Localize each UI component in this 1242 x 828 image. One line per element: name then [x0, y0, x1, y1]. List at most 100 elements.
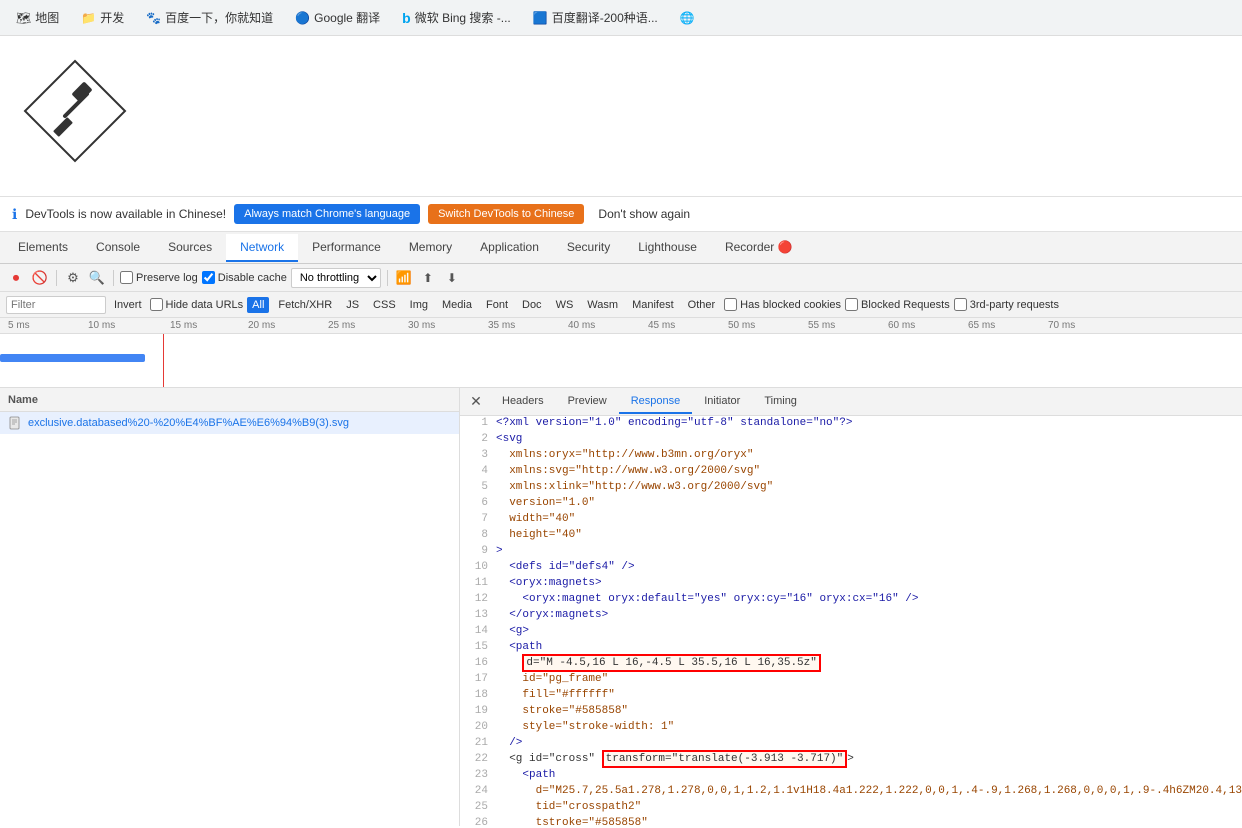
line-content: <path — [496, 641, 1242, 653]
close-panel-button[interactable]: ✕ — [466, 392, 486, 412]
tab-timing[interactable]: Timing — [752, 390, 809, 414]
tab-sources[interactable]: Sources — [154, 234, 226, 262]
filter-wasm[interactable]: Wasm — [582, 297, 623, 313]
bookmarks-bar: 🗺 地图 📁 开发 🐾 百度一下，你就知道 🔵 Google 翻译 b 微软 B… — [0, 0, 1242, 36]
globe-icon: 🌐 — [680, 11, 695, 25]
line-content: <oryx:magnet oryx:default="yes" oryx:cy=… — [496, 593, 1242, 605]
bookmark-bing[interactable]: b 微软 Bing 搜索 -... — [394, 5, 519, 30]
tab-headers[interactable]: Headers — [490, 390, 556, 414]
filter-fetch[interactable]: Fetch/XHR — [273, 297, 337, 313]
ruler-mark-70: 70 ms — [1048, 320, 1075, 331]
bing-icon: b — [402, 10, 411, 26]
preserve-log-text: Preserve log — [136, 272, 198, 284]
wifi-button[interactable]: 📶 — [394, 268, 414, 288]
filter-toggle[interactable]: ⚙ — [63, 268, 83, 288]
download-icon[interactable]: ⬇ — [442, 268, 462, 288]
timeline-area[interactable]: 5 ms 10 ms 15 ms 20 ms 25 ms 30 ms 35 ms… — [0, 318, 1242, 388]
code-line: 9> — [460, 544, 1242, 560]
filter-input[interactable] — [6, 296, 106, 314]
filter-img[interactable]: Img — [405, 297, 433, 313]
code-line: 16 d="M -4.5,16 L 16,-4.5 L 35.5,16 L 16… — [460, 656, 1242, 672]
disable-cache-checkbox[interactable] — [202, 271, 215, 284]
bookmark-label: 百度翻译-200种语... — [552, 9, 658, 26]
code-line: 24 d="M25.7,25.5a1.278,1.278,0,0,1,1.2,1… — [460, 784, 1242, 800]
bookmark-baidu[interactable]: 🐾 百度一下，你就知道 — [138, 5, 281, 30]
code-line: 17 id="pg_frame" — [460, 672, 1242, 688]
third-party-label[interactable]: 3rd-party requests — [954, 298, 1059, 311]
bookmark-globe[interactable]: 🌐 — [672, 7, 703, 29]
has-blocked-cookies-label[interactable]: Has blocked cookies — [724, 298, 841, 311]
filter-css[interactable]: CSS — [368, 297, 401, 313]
bookmark-baidu-translate[interactable]: 🟦 百度翻译-200种语... — [525, 5, 666, 30]
code-line: 3 xmlns:oryx="http://www.b3mn.org/oryx" — [460, 448, 1242, 464]
tab-performance[interactable]: Performance — [298, 234, 395, 262]
filter-js[interactable]: JS — [341, 297, 364, 313]
search-button[interactable]: 🔍 — [87, 268, 107, 288]
line-number: 2 — [460, 433, 496, 445]
tab-console[interactable]: Console — [82, 234, 154, 262]
bookmark-label: 开发 — [100, 9, 124, 26]
third-party-checkbox[interactable] — [954, 298, 967, 311]
filter-other[interactable]: Other — [683, 297, 721, 313]
hide-data-urls-label[interactable]: Hide data URLs — [150, 298, 244, 311]
record-button[interactable]: ⏺ — [6, 268, 26, 288]
invert-button[interactable]: Invert — [110, 298, 146, 312]
disable-cache-label[interactable]: Disable cache — [202, 271, 287, 284]
network-toolbar: ⏺ 🚫 ⚙ 🔍 Preserve log Disable cache No th… — [0, 264, 1242, 292]
filter-all[interactable]: All — [247, 297, 269, 313]
timeline-cursor — [163, 334, 164, 388]
bookmark-dev[interactable]: 📁 开发 — [73, 5, 132, 30]
code-line: 18 fill="#ffffff" — [460, 688, 1242, 704]
line-number: 21 — [460, 737, 496, 749]
filter-doc[interactable]: Doc — [517, 297, 547, 313]
bookmark-map[interactable]: 🗺 地图 — [8, 5, 67, 30]
tab-response[interactable]: Response — [619, 390, 693, 414]
tab-memory[interactable]: Memory — [395, 234, 466, 262]
blocked-requests-label[interactable]: Blocked Requests — [845, 298, 950, 311]
code-line: 25 tid="crosspath2" — [460, 800, 1242, 816]
clear-button[interactable]: 🚫 — [30, 268, 50, 288]
tab-initiator[interactable]: Initiator — [692, 390, 752, 414]
filter-media[interactable]: Media — [437, 297, 477, 313]
request-item[interactable]: exclusive.databased%20-%20%E4%BF%AE%E6%9… — [0, 412, 459, 434]
tab-lighthouse[interactable]: Lighthouse — [624, 234, 711, 262]
request-list-header: Name — [0, 388, 459, 412]
tab-elements[interactable]: Elements — [4, 234, 82, 262]
ruler-mark-45: 45 ms — [648, 320, 675, 331]
preserve-log-checkbox[interactable] — [120, 271, 133, 284]
throttle-select[interactable]: No throttling — [291, 268, 381, 288]
has-blocked-cookies-checkbox[interactable] — [724, 298, 737, 311]
line-number: 14 — [460, 625, 496, 637]
tab-network[interactable]: Network — [226, 234, 298, 262]
preserve-log-label[interactable]: Preserve log — [120, 271, 198, 284]
line-number: 17 — [460, 673, 496, 685]
tab-preview[interactable]: Preview — [556, 390, 619, 414]
tab-application[interactable]: Application — [466, 234, 553, 262]
line-number: 5 — [460, 481, 496, 493]
code-line: 11 <oryx:magnets> — [460, 576, 1242, 592]
dont-show-button[interactable]: Don't show again — [592, 203, 696, 225]
bookmark-google-translate[interactable]: 🔵 Google 翻译 — [287, 5, 388, 30]
filter-manifest[interactable]: Manifest — [627, 297, 679, 313]
tab-security[interactable]: Security — [553, 234, 624, 262]
code-line: 19 stroke="#585858" — [460, 704, 1242, 720]
code-line: 13 </oryx:magnets> — [460, 608, 1242, 624]
match-language-button[interactable]: Always match Chrome's language — [234, 204, 420, 224]
code-line: 6 version="1.0" — [460, 496, 1242, 512]
filter-font[interactable]: Font — [481, 297, 513, 313]
timeline-ruler: 5 ms 10 ms 15 ms 20 ms 25 ms 30 ms 35 ms… — [0, 318, 1242, 334]
ruler-mark-60: 60 ms — [888, 320, 915, 331]
code-line: 7 width="40" — [460, 512, 1242, 528]
line-number: 16 — [460, 657, 496, 669]
switch-devtools-button[interactable]: Switch DevTools to Chinese — [428, 204, 584, 224]
request-name: exclusive.databased%20-%20%E4%BF%AE%E6%9… — [28, 417, 349, 429]
blocked-requests-checkbox[interactable] — [845, 298, 858, 311]
hide-data-urls-text: Hide data URLs — [166, 299, 244, 311]
upload-icon[interactable]: ⬆ — [418, 268, 438, 288]
filter-ws[interactable]: WS — [551, 297, 579, 313]
code-line: 26 tstroke="#585858" — [460, 816, 1242, 826]
tab-recorder[interactable]: Recorder 🔴 — [711, 234, 807, 262]
code-viewer[interactable]: 1<?xml version="1.0" encoding="utf-8" st… — [460, 416, 1242, 826]
ruler-mark-55: 55 ms — [808, 320, 835, 331]
hide-data-urls-checkbox[interactable] — [150, 298, 163, 311]
